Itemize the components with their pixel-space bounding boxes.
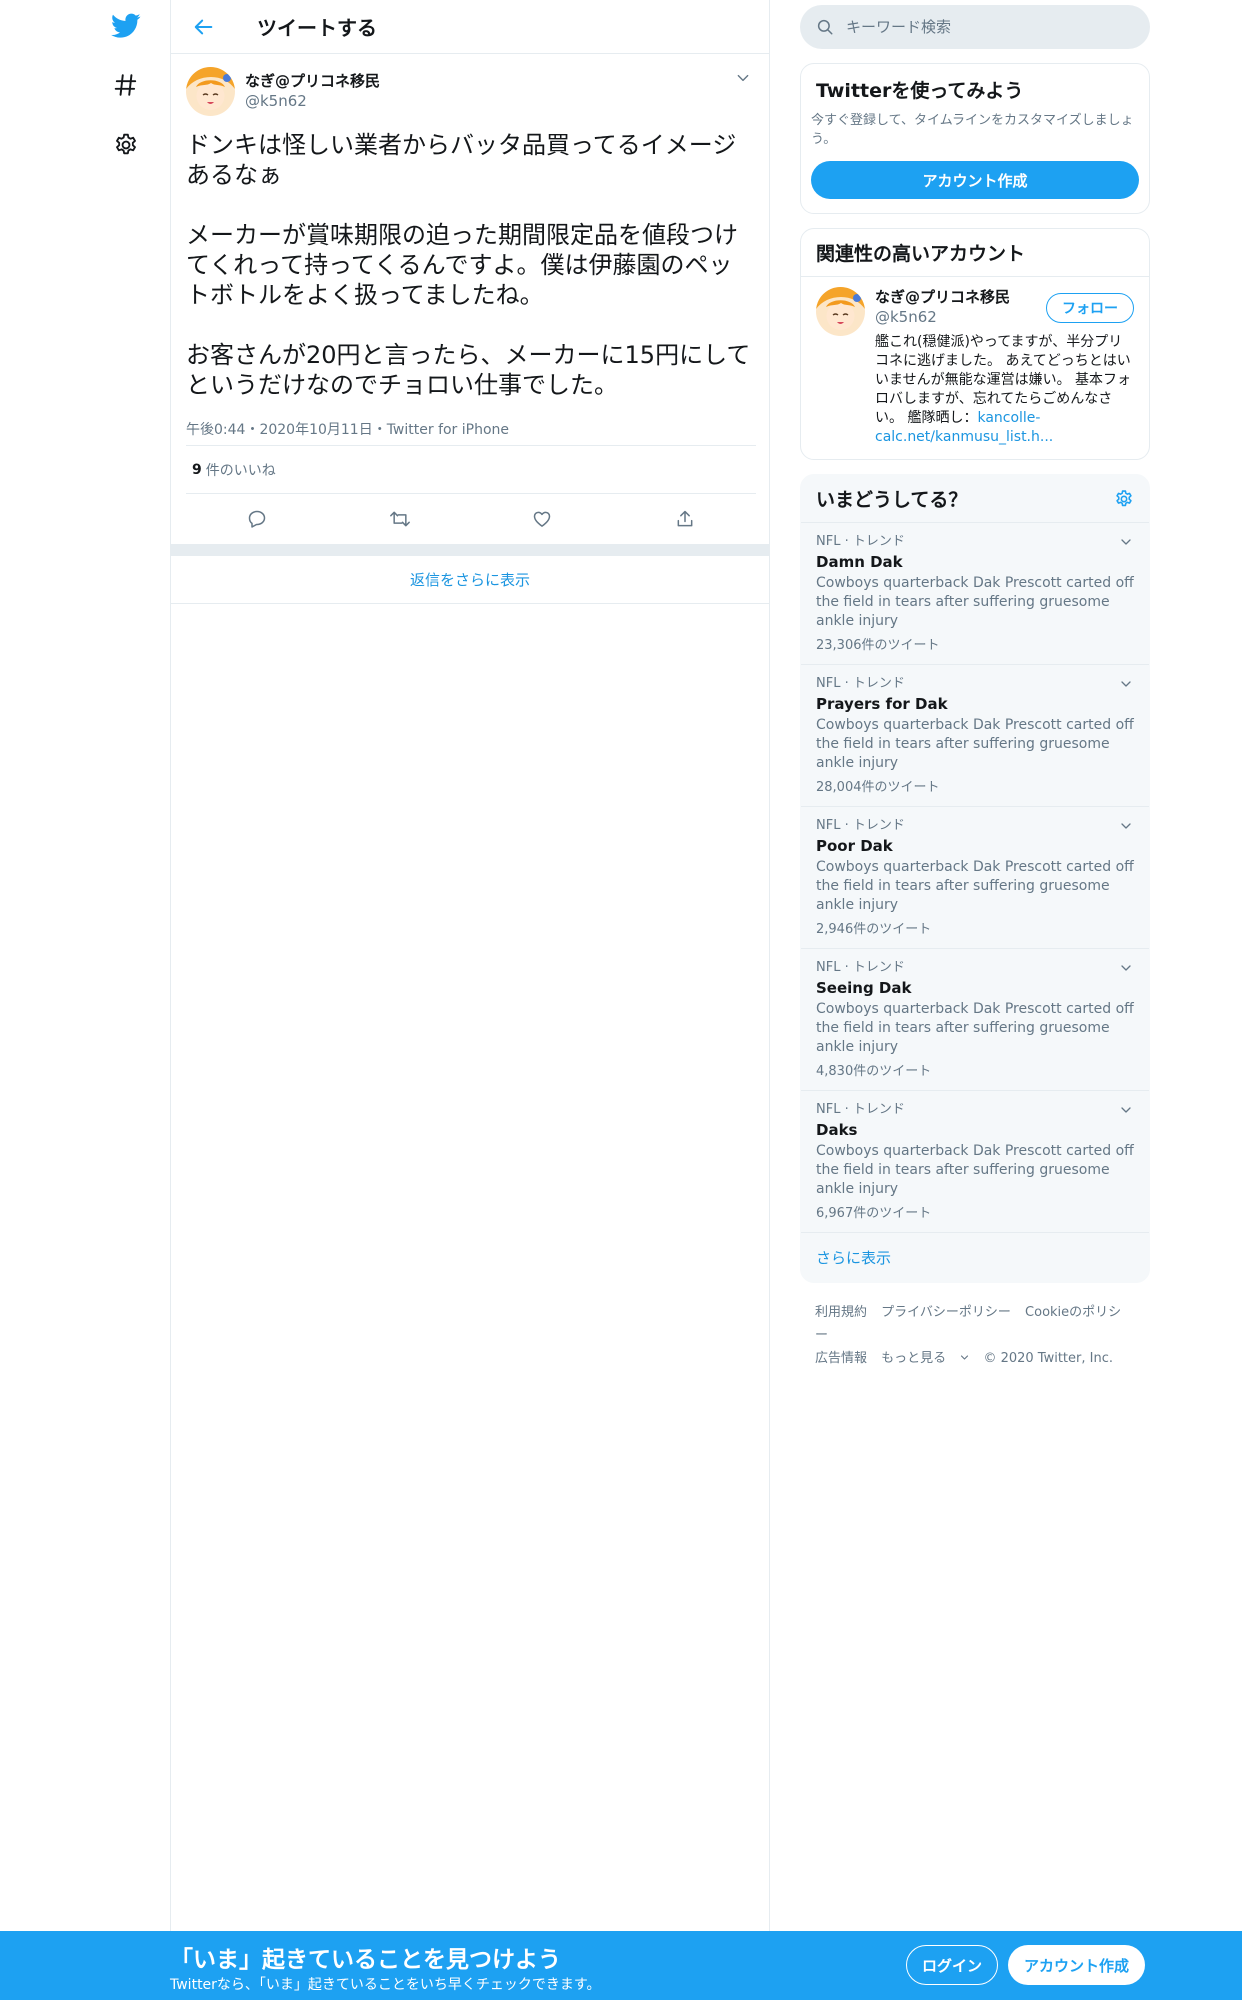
trend-description: Cowboys quarterback Dak Prescott carted … [816, 575, 1134, 629]
chevron-down-icon [737, 74, 749, 82]
chevron-down-icon[interactable] [1117, 533, 1135, 551]
divider [171, 544, 769, 556]
banner-subtitle: Twitterなら、「いま」起きていることをいち早くチェックできます。 [170, 1977, 601, 1993]
arrow-left-icon [194, 19, 213, 34]
chevron-down-icon[interactable] [1117, 817, 1135, 835]
tweet: なぎ@プリコネ移民 @k5n62 ドンキは怪しい業者からバッタ品買ってるイメージ… [171, 54, 769, 544]
trend-count: 23,306件のツイート [816, 638, 940, 653]
trend-description: Cowboys quarterback Dak Prescott carted … [816, 859, 1134, 913]
signup-card-title: Twitterを使ってみよう [816, 80, 1024, 102]
back-button[interactable] [185, 8, 223, 46]
page-title: ツイートする [257, 16, 377, 40]
chevron-down-icon [961, 1355, 969, 1360]
trend-count: 28,004件のツイート [816, 780, 940, 795]
copyright: © 2020 Twitter, Inc. [983, 1351, 1113, 1366]
trend-name: Poor Dak [816, 837, 893, 855]
like-count-label: 件のいいね [205, 462, 276, 479]
like-count: 9 [192, 461, 202, 478]
footer-privacy-link[interactable]: プライバシーポリシー [881, 1305, 1011, 1320]
trend-description: Cowboys quarterback Dak Prescott carted … [816, 1001, 1134, 1055]
trend-item[interactable]: NFL · トレンド Prayers for Dak Cowboys quart… [801, 665, 1149, 807]
search-icon [817, 19, 833, 35]
trends-show-more-link[interactable]: さらに表示 [801, 1233, 1149, 1282]
trend-context: NFL · トレンド [816, 818, 905, 833]
signup-banner: 「いま」起きていることを見つけよう Twitterなら、「いま」起きていることを… [0, 1931, 1242, 2000]
follow-button[interactable]: フォロー [1046, 293, 1134, 323]
chevron-down-icon[interactable] [1117, 675, 1135, 693]
avatar[interactable] [816, 287, 865, 336]
show-more-replies-link[interactable]: 返信をさらに表示 [171, 556, 769, 604]
author-handle[interactable]: @k5n62 [245, 91, 380, 111]
trend-name: Prayers for Dak [816, 695, 948, 713]
main-column: ツイートする なぎ@プリコネ移民 @k5n62 ドンキは怪しい業者からバッタ品買… [170, 0, 770, 1931]
retweet-icon [389, 511, 410, 527]
trend-count: 2,946件のツイート [816, 922, 932, 937]
footer-more-link[interactable]: もっと見る [881, 1351, 969, 1366]
page-header: ツイートする [171, 0, 769, 54]
tweet-author[interactable]: なぎ@プリコネ移民 @k5n62 [186, 64, 754, 118]
footer-more-label: もっと見る [881, 1351, 947, 1366]
trends-title: いまどうしてる？ [816, 489, 968, 511]
like-button[interactable] [471, 494, 614, 544]
hashtag-icon[interactable] [108, 67, 144, 103]
tweet-actions [186, 494, 756, 544]
trends-card: いまどうしてる？ NFL · トレンド Damn Dak Cowboys qua… [800, 474, 1150, 1283]
footer-terms-link[interactable]: 利用規約 [815, 1305, 867, 1320]
sidebar: Twitterを使ってみよう 今すぐ登録して、タイムラインをカスタマイズしましょ… [800, 0, 1150, 1370]
trend-name: Damn Dak [816, 553, 903, 571]
trend-count: 4,830件のツイート [816, 1064, 932, 1079]
trend-name: Seeing Dak [816, 979, 912, 997]
trend-item[interactable]: NFL · トレンド Poor Dak Cowboys quarterback … [801, 807, 1149, 949]
author-meta: なぎ@プリコネ移民 @k5n62 [245, 71, 380, 111]
tweet-text: ドンキは怪しい業者からバッタ品買ってるイメージあるなぁ メーカーが賞味期限の迫っ… [186, 131, 751, 399]
related-accounts-card: 関連性の高いアカウント なぎ@プリコネ移民 @k5n62 艦これ(穏健派)やって… [800, 228, 1150, 460]
trend-item[interactable]: NFL · トレンド Damn Dak Cowboys quarterback … [801, 523, 1149, 665]
create-account-button[interactable]: アカウント作成 [811, 161, 1139, 199]
tweet-menu-button[interactable] [731, 66, 755, 90]
chevron-down-icon[interactable] [1117, 959, 1135, 977]
trend-context: NFL · トレンド [816, 1102, 905, 1117]
related-accounts-title: 関連性の高いアカウント [801, 229, 1149, 277]
retweet-button[interactable] [329, 494, 472, 544]
avatar[interactable] [186, 66, 235, 116]
trend-count: 6,967件のツイート [816, 1206, 932, 1221]
trend-context: NFL · トレンド [816, 960, 905, 975]
gear-icon[interactable] [1114, 489, 1134, 509]
share-icon [677, 510, 693, 527]
search-box[interactable] [800, 5, 1150, 49]
trend-item[interactable]: NFL · トレンド Seeing Dak Cowboys quarterbac… [801, 949, 1149, 1091]
trend-context: NFL · トレンド [816, 676, 905, 691]
like-count-row[interactable]: 9 件のいいね [186, 446, 756, 494]
left-nav [0, 0, 170, 1931]
author-name[interactable]: なぎ@プリコネ移民 [245, 71, 380, 91]
trend-description: Cowboys quarterback Dak Prescott carted … [816, 1143, 1134, 1197]
twitter-bird-icon[interactable] [108, 8, 144, 44]
related-account-bio: 艦これ(穏健派)やってますが、半分プリコネに逃げました。 あえてどっちとはいいま… [875, 333, 1133, 447]
banner-create-account-button[interactable]: アカウント作成 [1008, 1945, 1145, 1985]
heart-icon [534, 511, 551, 527]
trend-name: Daks [816, 1121, 858, 1139]
login-button[interactable]: ログイン [906, 1945, 998, 1985]
footer-links: 利用規約 プライバシーポリシー Cookieのポリシー 広告情報 もっと見る ©… [800, 1283, 1150, 1370]
trend-context: NFL · トレンド [816, 534, 905, 549]
tweet-timestamp[interactable]: 午後0:44・2020年10月11日・Twitter for iPhone [186, 412, 756, 446]
gear-icon[interactable] [108, 127, 144, 163]
trends-header: いまどうしてる？ [801, 475, 1149, 523]
related-account[interactable]: なぎ@プリコネ移民 @k5n62 艦これ(穏健派)やってますが、半分プリコネに逃… [801, 277, 1149, 459]
reply-icon [249, 510, 266, 528]
signup-card-description: 今すぐ登録して、タイムラインをカスタマイズしましょう。 [811, 113, 1134, 147]
trend-description: Cowboys quarterback Dak Prescott carted … [816, 717, 1134, 771]
reply-button[interactable] [186, 494, 329, 544]
banner-title: 「いま」起きていることを見つけよう [170, 1947, 561, 1973]
search-input[interactable] [846, 18, 1106, 36]
trend-item[interactable]: NFL · トレンド Daks Cowboys quarterback Dak … [801, 1091, 1149, 1233]
share-button[interactable] [614, 494, 757, 544]
footer-ads-link[interactable]: 広告情報 [815, 1351, 867, 1366]
signup-card: Twitterを使ってみよう 今すぐ登録して、タイムラインをカスタマイズしましょ… [800, 63, 1150, 214]
chevron-down-icon[interactable] [1117, 1101, 1135, 1119]
